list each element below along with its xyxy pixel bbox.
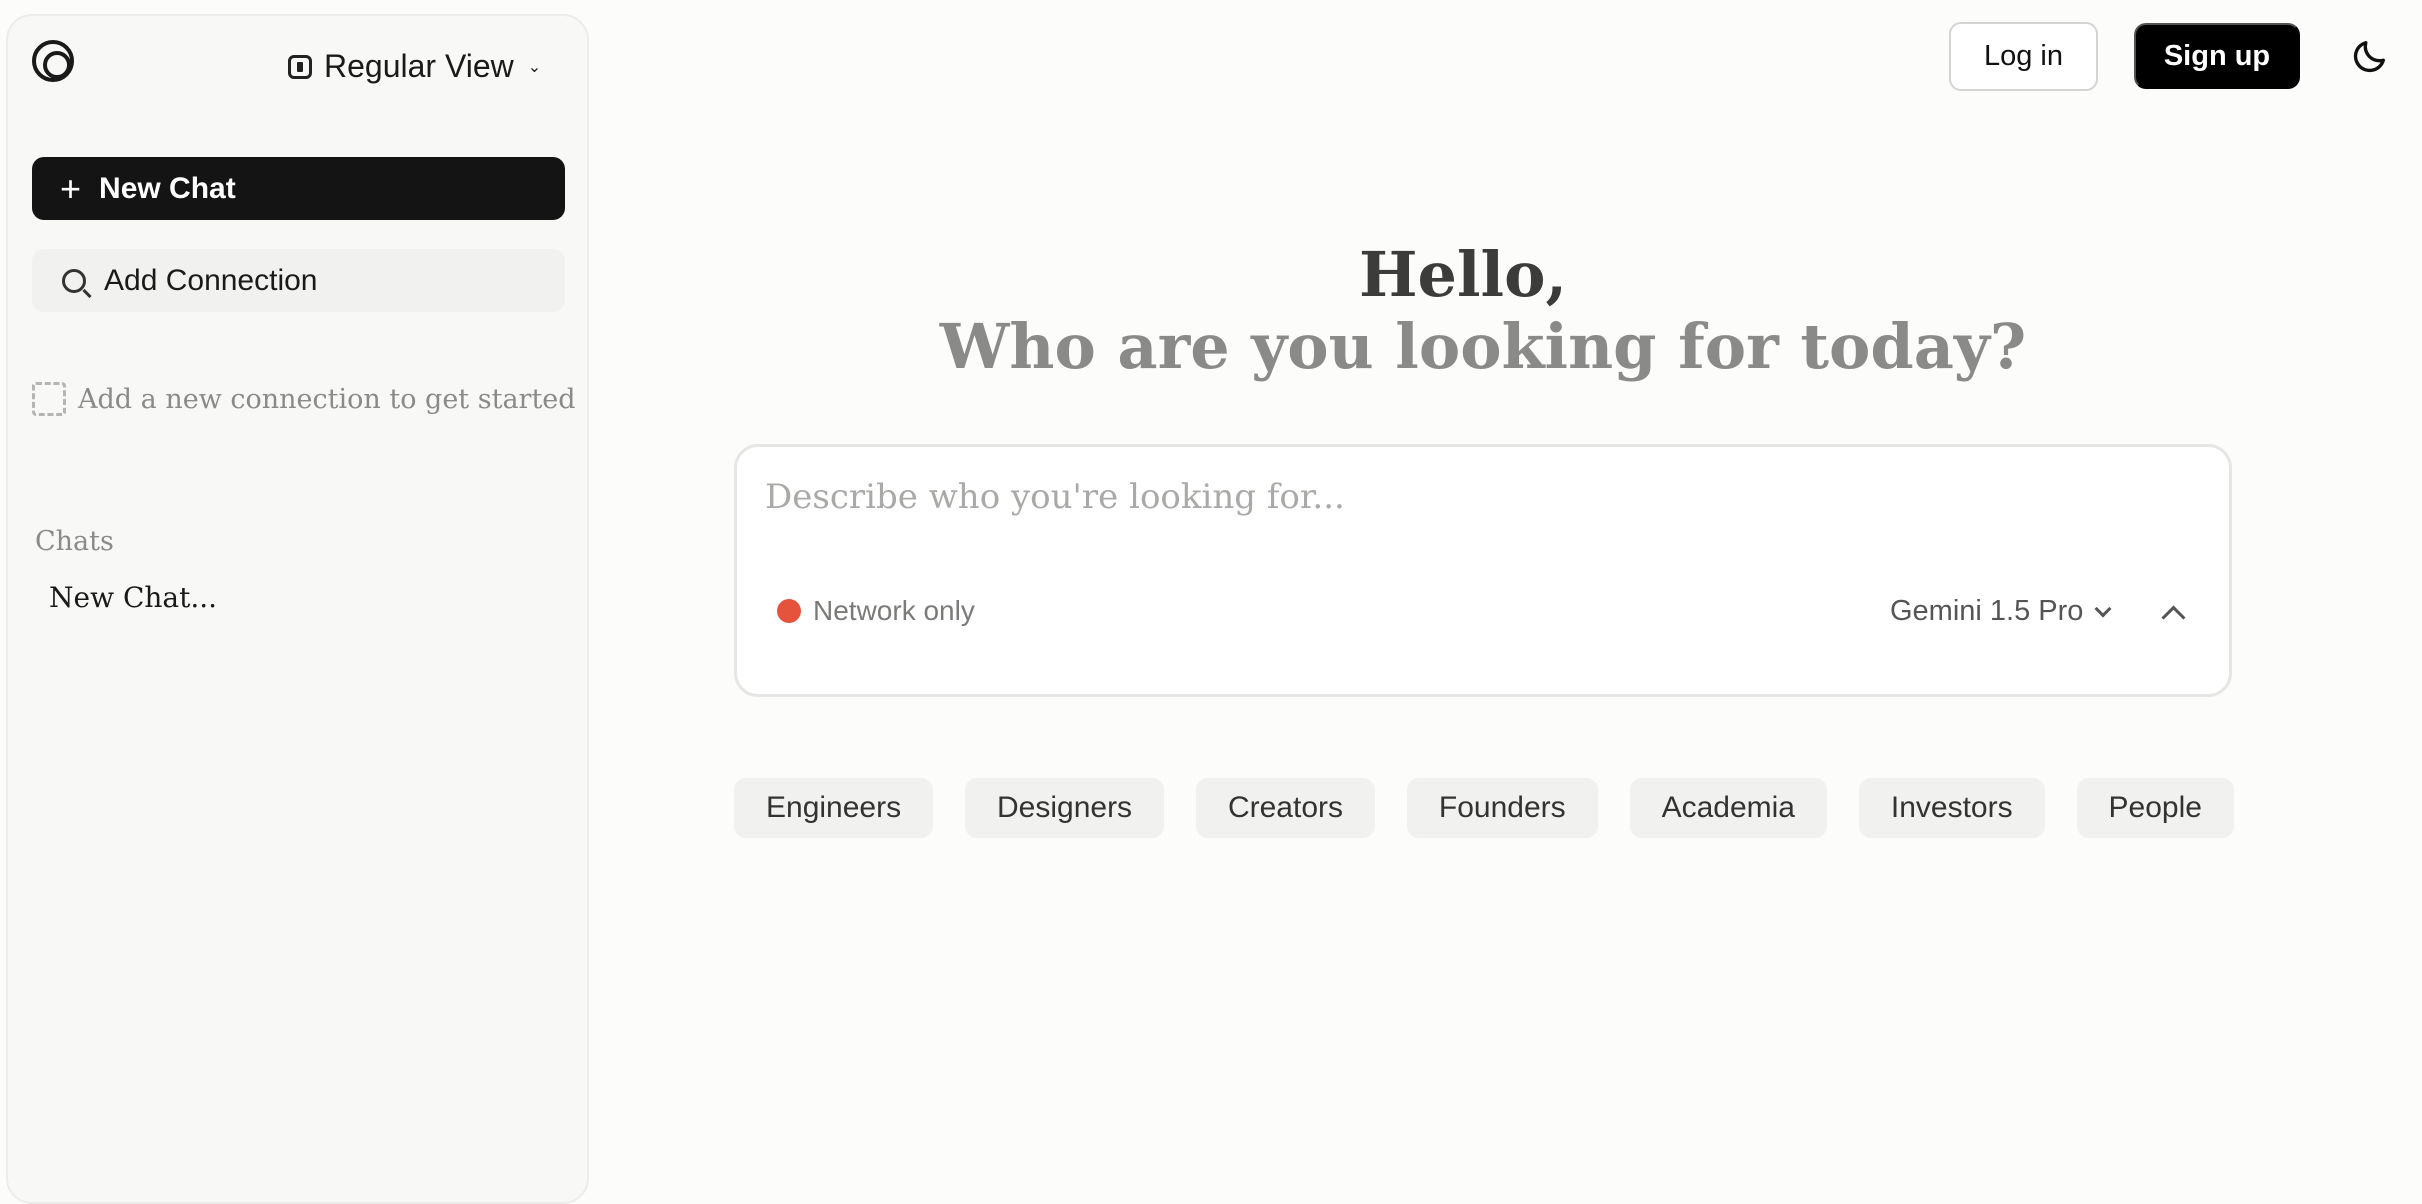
moon-icon[interactable] (2350, 36, 2390, 76)
chevron-down-icon (2094, 600, 2112, 617)
prompt-input[interactable] (765, 477, 2165, 517)
new-chat-button[interactable]: + New Chat (32, 157, 565, 220)
chip-people[interactable]: People (2076, 778, 2234, 838)
login-button[interactable]: Log in (1949, 22, 2098, 91)
subtitle: Who are you looking for today? (939, 310, 2027, 383)
chevron-up-icon[interactable] (2157, 597, 2189, 629)
empty-hint-text: Add a new connection to get started (78, 383, 576, 415)
chip-academia[interactable]: Academia (1629, 778, 1827, 838)
view-mode-label: Regular View (324, 48, 514, 84)
chip-engineers[interactable]: Engineers (734, 778, 934, 838)
sidebar: Regular View ⌄ + New Chat Add Connection… (6, 14, 589, 1204)
empty-connections-hint: Add a new connection to get started (32, 382, 576, 416)
chip-investors[interactable]: Investors (1858, 778, 2045, 838)
logo-icon[interactable] (32, 40, 74, 82)
status-dot-icon (777, 599, 801, 623)
new-chat-label: New Chat (99, 171, 236, 205)
prompt-composer: Network only Gemini 1.5 Pro (734, 444, 2232, 697)
view-mode-icon (288, 54, 312, 79)
view-mode-selector[interactable]: Regular View ⌄ (288, 48, 541, 85)
scope-label: Network only (813, 595, 975, 626)
greeting: Hello, (1358, 238, 1568, 311)
scope-selector[interactable]: Network only (777, 595, 975, 627)
chip-founders[interactable]: Founders (1406, 778, 1598, 838)
category-chips: Engineers Designers Creators Founders Ac… (734, 778, 2234, 838)
chip-designers[interactable]: Designers (965, 778, 1165, 838)
model-label: Gemini 1.5 Pro (1890, 595, 2084, 627)
chip-creators[interactable]: Creators (1195, 778, 1376, 838)
chats-heading: Chats (35, 526, 114, 557)
chat-list-item[interactable]: New Chat... (49, 581, 217, 614)
placeholder-box-icon (32, 382, 66, 416)
signup-button[interactable]: Sign up (2134, 23, 2300, 89)
plus-icon: + (60, 167, 82, 209)
chevron-down-icon: ⌄ (527, 58, 542, 76)
model-selector[interactable]: Gemini 1.5 Pro (1890, 595, 2112, 628)
